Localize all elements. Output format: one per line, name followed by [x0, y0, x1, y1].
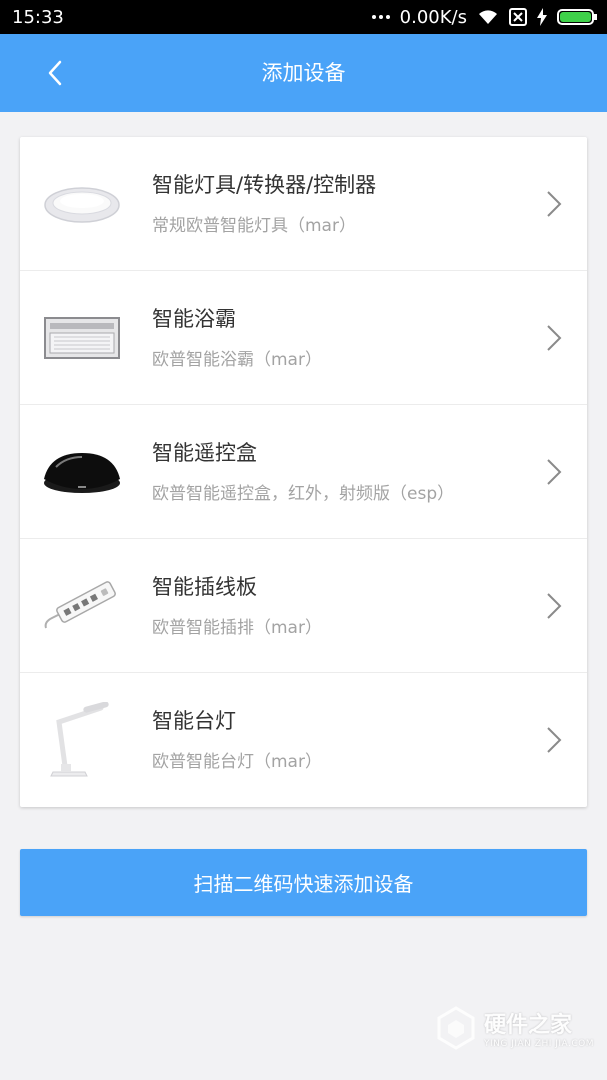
watermark-title: 硬件之家	[484, 1013, 573, 1038]
chevron-right-icon	[547, 593, 562, 619]
device-subtitle: 欧普智能遥控盒，红外，射频版（esp）	[152, 484, 455, 504]
notification-dots-icon	[371, 15, 390, 19]
device-item-power-strip[interactable]: 智能插线板 欧普智能插排（mar）	[20, 539, 587, 673]
device-name: 智能插线板	[152, 575, 257, 599]
device-name: 智能台灯	[152, 709, 236, 733]
watermark-url: YING JIAN ZHI JIA.COM	[484, 1039, 595, 1049]
wifi-icon	[479, 10, 497, 24]
scan-qr-add-button[interactable]: 扫描二维码快速添加设备	[20, 849, 587, 916]
device-subtitle: 常规欧普智能灯具（mar）	[152, 216, 356, 236]
ceiling-lamp-icon	[44, 187, 120, 223]
device-name: 智能遥控盒	[152, 441, 257, 465]
chevron-right-icon	[547, 459, 562, 485]
chevron-right-icon	[547, 325, 562, 351]
device-item-bath-heater[interactable]: 智能浴霸 欧普智能浴霸（mar）	[20, 271, 587, 405]
device-item-desk-lamp[interactable]: 智能台灯 欧普智能台灯（mar）	[20, 673, 587, 807]
desk-lamp-icon	[50, 702, 109, 777]
power-strip-icon	[44, 581, 116, 629]
device-item-smart-light[interactable]: 智能灯具/转换器/控制器 常规欧普智能灯具（mar）	[20, 137, 587, 271]
charging-bolt-icon	[537, 8, 547, 26]
device-subtitle: 欧普智能台灯（mar）	[152, 752, 322, 772]
network-speed: 0.00K/s	[399, 6, 467, 28]
page-title: 添加设备	[261, 61, 346, 85]
sim-card-x-icon	[509, 8, 527, 26]
device-subtitle: 欧普智能插排（mar）	[152, 618, 322, 638]
remote-box-icon	[44, 453, 120, 493]
status-time: 15:33	[12, 6, 64, 28]
chevron-right-icon	[547, 727, 562, 753]
app-header: 添加设备	[0, 34, 607, 112]
watermark: 硬件之家 YING JIAN ZHI JIA.COM	[436, 1006, 594, 1050]
chevron-right-icon	[547, 191, 562, 217]
device-item-remote-box[interactable]: 智能遥控盒 欧普智能遥控盒，红外，射频版（esp）	[20, 405, 587, 539]
device-list: 智能灯具/转换器/控制器 常规欧普智能灯具（mar） 智能浴霸 欧普智能浴霸（m…	[20, 137, 587, 807]
status-bar: 15:33 0.00K/s	[0, 0, 607, 34]
device-subtitle: 欧普智能浴霸（mar）	[152, 350, 322, 370]
cube-logo-icon	[437, 1006, 475, 1050]
device-name: 智能浴霸	[152, 307, 236, 331]
device-name: 智能灯具/转换器/控制器	[152, 173, 377, 197]
battery-icon	[557, 9, 597, 25]
bath-heater-icon	[44, 317, 120, 359]
